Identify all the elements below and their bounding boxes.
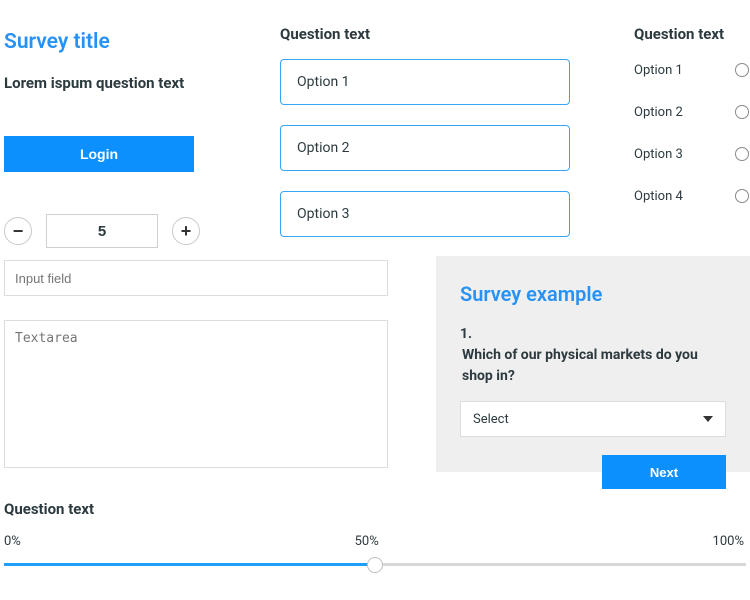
- panel-title: Survey example: [460, 282, 726, 306]
- radio-label: Option 4: [634, 189, 683, 204]
- radio-label: Option 3: [634, 147, 683, 162]
- panel-question: 1. Which of our physical markets do you …: [460, 324, 726, 387]
- survey-title: Survey title: [4, 30, 234, 54]
- radio-icon[interactable]: [735, 147, 749, 161]
- question-number: 1.: [460, 326, 472, 342]
- option-label: Option 3: [297, 206, 350, 222]
- stepper-input[interactable]: [46, 214, 158, 248]
- question-text-left: Lorem ispum question text: [4, 74, 234, 92]
- quantity-stepper: − +: [4, 214, 234, 248]
- slider-labels: 0% 50% 100%: [4, 534, 746, 549]
- plus-icon[interactable]: +: [172, 217, 200, 245]
- chevron-down-icon: [703, 416, 713, 422]
- select-label: Select: [473, 412, 509, 427]
- option-label: Option 1: [297, 74, 350, 90]
- radio-icon[interactable]: [735, 63, 749, 77]
- radio-row[interactable]: Option 3: [634, 143, 749, 165]
- radio-label: Option 1: [634, 63, 683, 78]
- login-button[interactable]: Login: [4, 136, 194, 172]
- slider-label: 100%: [713, 534, 744, 549]
- slider-thumb[interactable]: [367, 557, 383, 573]
- radio-row[interactable]: Option 1: [634, 59, 749, 81]
- question-text-right: Question text: [634, 25, 749, 43]
- next-button[interactable]: Next: [602, 455, 726, 489]
- slider-label: 50%: [355, 534, 379, 549]
- option-button[interactable]: Option 1: [280, 59, 570, 105]
- radio-row[interactable]: Option 2: [634, 101, 749, 123]
- slider-label: 0%: [4, 534, 21, 549]
- radio-icon[interactable]: [735, 189, 749, 203]
- question-text-slider: Question text: [4, 500, 746, 518]
- question-text-mid: Question text: [280, 25, 570, 43]
- radio-label: Option 2: [634, 105, 683, 120]
- question-body: Which of our physical markets do you sho…: [460, 345, 726, 387]
- select-dropdown[interactable]: Select: [460, 401, 726, 437]
- slider-track[interactable]: [4, 563, 746, 566]
- text-input[interactable]: [4, 260, 388, 296]
- minus-icon[interactable]: −: [4, 217, 32, 245]
- option-button[interactable]: Option 2: [280, 125, 570, 171]
- radio-row[interactable]: Option 4: [634, 185, 749, 207]
- option-button[interactable]: Option 3: [280, 191, 570, 237]
- option-label: Option 2: [297, 140, 350, 156]
- radio-icon[interactable]: [735, 105, 749, 119]
- slider-fill: [4, 563, 375, 566]
- survey-example-panel: Survey example 1. Which of our physical …: [436, 256, 750, 472]
- textarea[interactable]: [4, 320, 388, 468]
